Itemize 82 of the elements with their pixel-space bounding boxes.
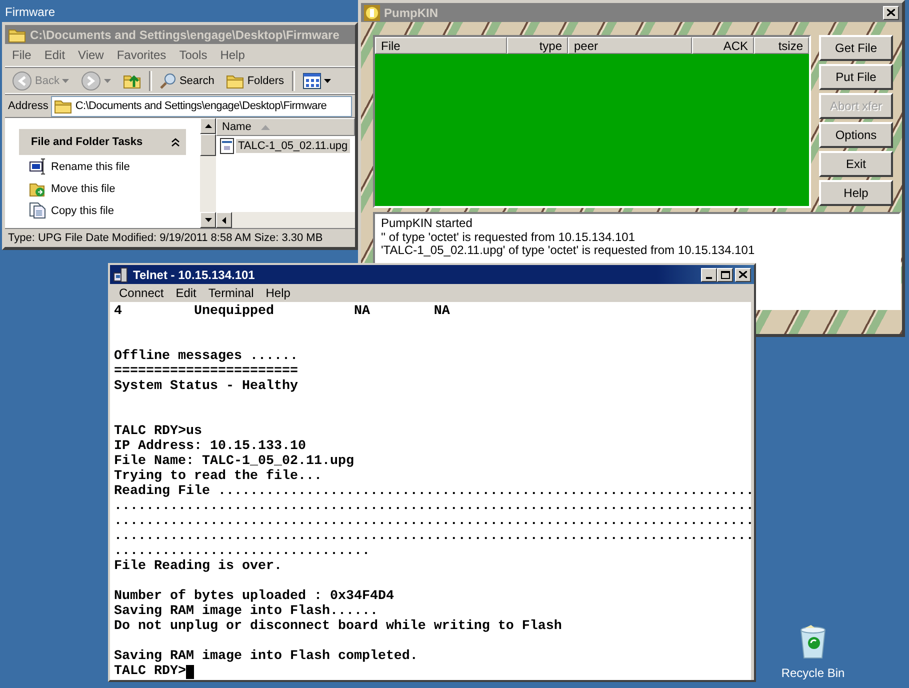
scroll-left-button[interactable] bbox=[216, 212, 232, 228]
log-line: 'TALC-1_05_02.11.upg' of type 'octet' is requested from 10.15.134.101 bbox=[381, 244, 756, 258]
caret-icon bbox=[104, 78, 112, 82]
address-label: Address bbox=[8, 100, 48, 112]
terminal-line: Saving RAM image into Flash completed. bbox=[114, 649, 418, 664]
close-button[interactable] bbox=[883, 6, 899, 20]
window-title: C:\Documents and Settings\engage\Desktop\Firmware bbox=[30, 28, 340, 42]
collapse-icon bbox=[171, 138, 180, 146]
caret-icon bbox=[62, 78, 70, 82]
menu-item[interactable]: View bbox=[71, 48, 110, 62]
dialog-button[interactable]: Options bbox=[819, 122, 893, 148]
task-link[interactable]: Rename this file bbox=[19, 155, 186, 177]
close-icon bbox=[887, 9, 895, 16]
window-title: PumpKIN bbox=[384, 6, 439, 20]
maximize-icon bbox=[720, 270, 730, 278]
terminal-line: File Name: TALC-1_05_02.11.upg bbox=[114, 454, 354, 469]
scroll-down-button[interactable] bbox=[200, 212, 216, 228]
terminal-line: TALC RDY>us bbox=[114, 424, 202, 439]
minimize-button[interactable] bbox=[701, 268, 717, 282]
minimize-icon bbox=[706, 276, 712, 278]
column-header[interactable]: Name bbox=[216, 118, 355, 136]
folders-button[interactable]: Folders bbox=[222, 70, 288, 92]
close-button[interactable] bbox=[735, 268, 751, 282]
column-header[interactable]: tsize bbox=[754, 37, 809, 54]
task-link[interactable]: Copy this file bbox=[19, 199, 186, 221]
triangle-icon bbox=[222, 216, 226, 224]
menu-item[interactable]: File bbox=[5, 48, 38, 62]
terminal-line: ................................................................................ bbox=[114, 514, 751, 529]
address-field[interactable]: C:\Documents and Settings\engage\Desktop\Firmware bbox=[51, 96, 352, 116]
menu-item[interactable]: Help bbox=[260, 286, 296, 300]
menu-item[interactable]: Terminal bbox=[202, 286, 260, 300]
column-header[interactable]: File bbox=[375, 37, 507, 54]
terminal-line: 4 Unequipped NA NA bbox=[114, 304, 450, 319]
terminal-line: Do not unplug or disconnect board while writing to Flash bbox=[114, 619, 562, 634]
menu-item[interactable]: Favorites bbox=[110, 48, 172, 62]
terminal-line: Number of bytes uploaded : 0x34F4D4 bbox=[114, 589, 394, 604]
file-name[interactable]: TALC-1_05_02.11.upg bbox=[236, 139, 350, 153]
menu-item[interactable]: Connect bbox=[113, 286, 170, 300]
grid-icon bbox=[303, 72, 322, 88]
terminal-line: ................................ bbox=[114, 544, 370, 559]
file-icon bbox=[220, 138, 234, 154]
triangle-icon bbox=[204, 218, 212, 222]
terminal-line: ======================= bbox=[114, 364, 298, 379]
menu-item[interactable]: Tools bbox=[172, 48, 214, 62]
close-icon bbox=[739, 271, 747, 278]
dialog-button[interactable]: Help bbox=[819, 180, 893, 206]
log-line: PumpKIN started bbox=[381, 217, 474, 230]
menu-item[interactable]: Help bbox=[213, 48, 251, 62]
dialog-button[interactable]: Exit bbox=[819, 151, 893, 177]
search-icon bbox=[160, 72, 176, 88]
terminal-line: IP Address: 10.15.133.10 bbox=[114, 439, 306, 454]
dialog-button[interactable]: Get File bbox=[819, 35, 893, 61]
terminal-line: ................................................................................ bbox=[114, 499, 751, 514]
status-bar: Type: UPG File Date Modified: 9/19/2011 8:58 AM Size: 3.30 MB bbox=[5, 228, 355, 247]
scroll-thumb[interactable] bbox=[200, 134, 216, 156]
terminal-line: ................................................................................ bbox=[114, 529, 751, 544]
terminal-line: System Status - Healthy bbox=[114, 379, 298, 394]
search-button[interactable]: Search bbox=[156, 70, 218, 90]
icon-label: Firmware bbox=[5, 5, 55, 19]
menu-item[interactable]: Edit bbox=[37, 48, 72, 62]
column-header[interactable]: type bbox=[507, 37, 568, 54]
scroll-up-button[interactable] bbox=[200, 118, 216, 134]
terminal-line: Offline messages ...... bbox=[114, 349, 298, 364]
terminal-line: Trying to read the file... bbox=[114, 469, 322, 484]
triangle-icon bbox=[204, 124, 212, 128]
sort-icon bbox=[261, 124, 270, 130]
column-header[interactable]: peer bbox=[568, 37, 692, 54]
task-link[interactable]: Move this file bbox=[19, 177, 186, 199]
column-header[interactable]: ACK bbox=[692, 37, 754, 54]
terminal-line: TALC RDY> bbox=[114, 664, 186, 679]
panel-title: File and Folder Tasks bbox=[31, 136, 143, 148]
menu-item[interactable]: Edit bbox=[170, 286, 202, 300]
maximize-button[interactable] bbox=[717, 268, 733, 282]
icon-label: Recycle Bin bbox=[781, 666, 845, 680]
terminal-line: File Reading is over. bbox=[114, 559, 282, 574]
dialog-button[interactable]: Put File bbox=[819, 64, 893, 90]
rename-icon bbox=[29, 158, 46, 175]
window-title: Telnet - 10.15.134.101 bbox=[133, 268, 256, 282]
caret-icon bbox=[324, 78, 332, 82]
log-line: '' of type 'octet' is requested from 10.15.134.101 bbox=[381, 230, 636, 244]
terminal-line: Saving RAM image into Flash...... bbox=[114, 604, 378, 619]
terminal-line: Reading File ................................................................... bbox=[114, 484, 751, 499]
